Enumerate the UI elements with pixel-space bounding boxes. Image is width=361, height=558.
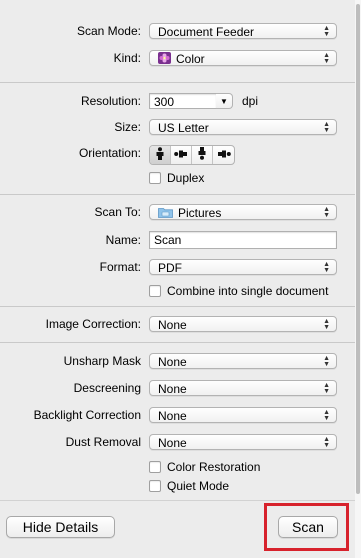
dust-removal-value: None [158, 436, 187, 450]
name-label: Name: [105, 233, 141, 247]
popup-arrows-icon: ▲ ▼ [323, 52, 330, 65]
dust-removal-label: Dust Removal [65, 435, 141, 449]
popup-arrows-icon: ▲ ▼ [323, 409, 330, 422]
popup-arrows-icon: ▲ ▼ [323, 436, 330, 449]
dust-removal-popup[interactable]: None ▲ ▼ [149, 434, 337, 450]
orientation-portrait-button[interactable] [150, 146, 171, 164]
kind-popup[interactable]: Color ▲ ▼ [149, 50, 337, 66]
section-divider [0, 194, 355, 195]
backlight-correction-label: Backlight Correction [33, 408, 141, 422]
unsharp-mask-popup[interactable]: None ▲ ▼ [149, 353, 337, 369]
rotate-right-icon [217, 148, 231, 162]
format-popup[interactable]: PDF ▲ ▼ [149, 259, 337, 275]
popup-arrows-icon: ▲ ▼ [323, 206, 330, 219]
quiet-mode-checkbox[interactable] [149, 480, 161, 492]
resolution-label: Resolution: [80, 94, 141, 108]
scrollbar[interactable] [355, 0, 361, 558]
color-restoration-label: Color Restoration [167, 460, 261, 474]
popup-arrows-icon: ▲ ▼ [323, 121, 330, 134]
orientation-right-button[interactable] [213, 146, 234, 164]
resolution-field[interactable]: 300 [149, 93, 217, 109]
scan-mode-value: Document Feeder [158, 25, 255, 39]
scan-mode-label: Scan Mode: [76, 24, 141, 38]
image-correction-label: Image Correction: [45, 317, 141, 331]
popup-arrows-icon: ▲ ▼ [323, 382, 330, 395]
chevron-down-icon: ▼ [220, 97, 228, 106]
quiet-mode-label: Quiet Mode [167, 479, 230, 493]
scan-mode-popup[interactable]: Document Feeder ▲ ▼ [149, 23, 337, 39]
popup-arrows-icon: ▲ ▼ [323, 355, 330, 368]
hide-details-button[interactable]: Hide Details [6, 516, 115, 538]
scan-button-highlight [264, 503, 349, 551]
size-value: US Letter [158, 121, 209, 135]
upside-down-icon [197, 147, 207, 163]
combine-label: Combine into single document [167, 284, 329, 298]
popup-arrows-icon: ▲ ▼ [323, 25, 330, 38]
orientation-label: Orientation: [78, 146, 141, 160]
combine-checkbox[interactable] [149, 285, 161, 297]
image-correction-popup[interactable]: None ▲ ▼ [149, 316, 337, 332]
orientation-upside-down-button[interactable] [192, 146, 213, 164]
kind-value: Color [176, 52, 205, 66]
backlight-correction-value: None [158, 409, 187, 423]
scan-to-value: Pictures [178, 206, 222, 220]
resolution-dropdown-button[interactable]: ▼ [216, 93, 233, 109]
format-value: PDF [158, 261, 182, 275]
rotate-left-icon [174, 148, 188, 162]
color-restoration-checkbox[interactable] [149, 461, 161, 473]
orientation-control [149, 145, 235, 165]
color-flower-icon [158, 51, 171, 65]
backlight-correction-popup[interactable]: None ▲ ▼ [149, 407, 337, 423]
size-popup[interactable]: US Letter ▲ ▼ [149, 119, 337, 135]
section-divider [0, 82, 355, 83]
folder-icon [158, 206, 173, 219]
duplex-checkbox[interactable] [149, 172, 161, 184]
popup-arrows-icon: ▲ ▼ [323, 318, 330, 331]
duplex-label: Duplex [167, 171, 205, 185]
descreening-popup[interactable]: None ▲ ▼ [149, 380, 337, 396]
descreening-label: Descreening [73, 381, 141, 395]
descreening-value: None [158, 382, 187, 396]
name-field[interactable]: Scan [149, 231, 337, 249]
format-label: Format: [99, 260, 141, 274]
size-label: Size: [114, 120, 141, 134]
unsharp-mask-label: Unsharp Mask [63, 354, 141, 368]
popup-arrows-icon: ▲ ▼ [323, 261, 330, 274]
scan-to-label: Scan To: [94, 205, 141, 219]
portrait-upright-icon [155, 147, 165, 163]
footer-divider [0, 500, 355, 501]
resolution-unit: dpi [242, 94, 259, 108]
image-correction-value: None [158, 318, 187, 332]
section-divider [0, 306, 355, 307]
scan-to-popup[interactable]: Pictures ▲ ▼ [149, 204, 337, 220]
orientation-left-button[interactable] [171, 146, 192, 164]
unsharp-mask-value: None [158, 355, 187, 369]
scrollbar-thumb[interactable] [356, 4, 360, 494]
section-divider [0, 342, 355, 343]
scan-settings-panel: Scan Mode: Document Feeder ▲ ▼ Kind: Colo… [0, 0, 356, 558]
kind-label: Kind: [113, 51, 141, 65]
